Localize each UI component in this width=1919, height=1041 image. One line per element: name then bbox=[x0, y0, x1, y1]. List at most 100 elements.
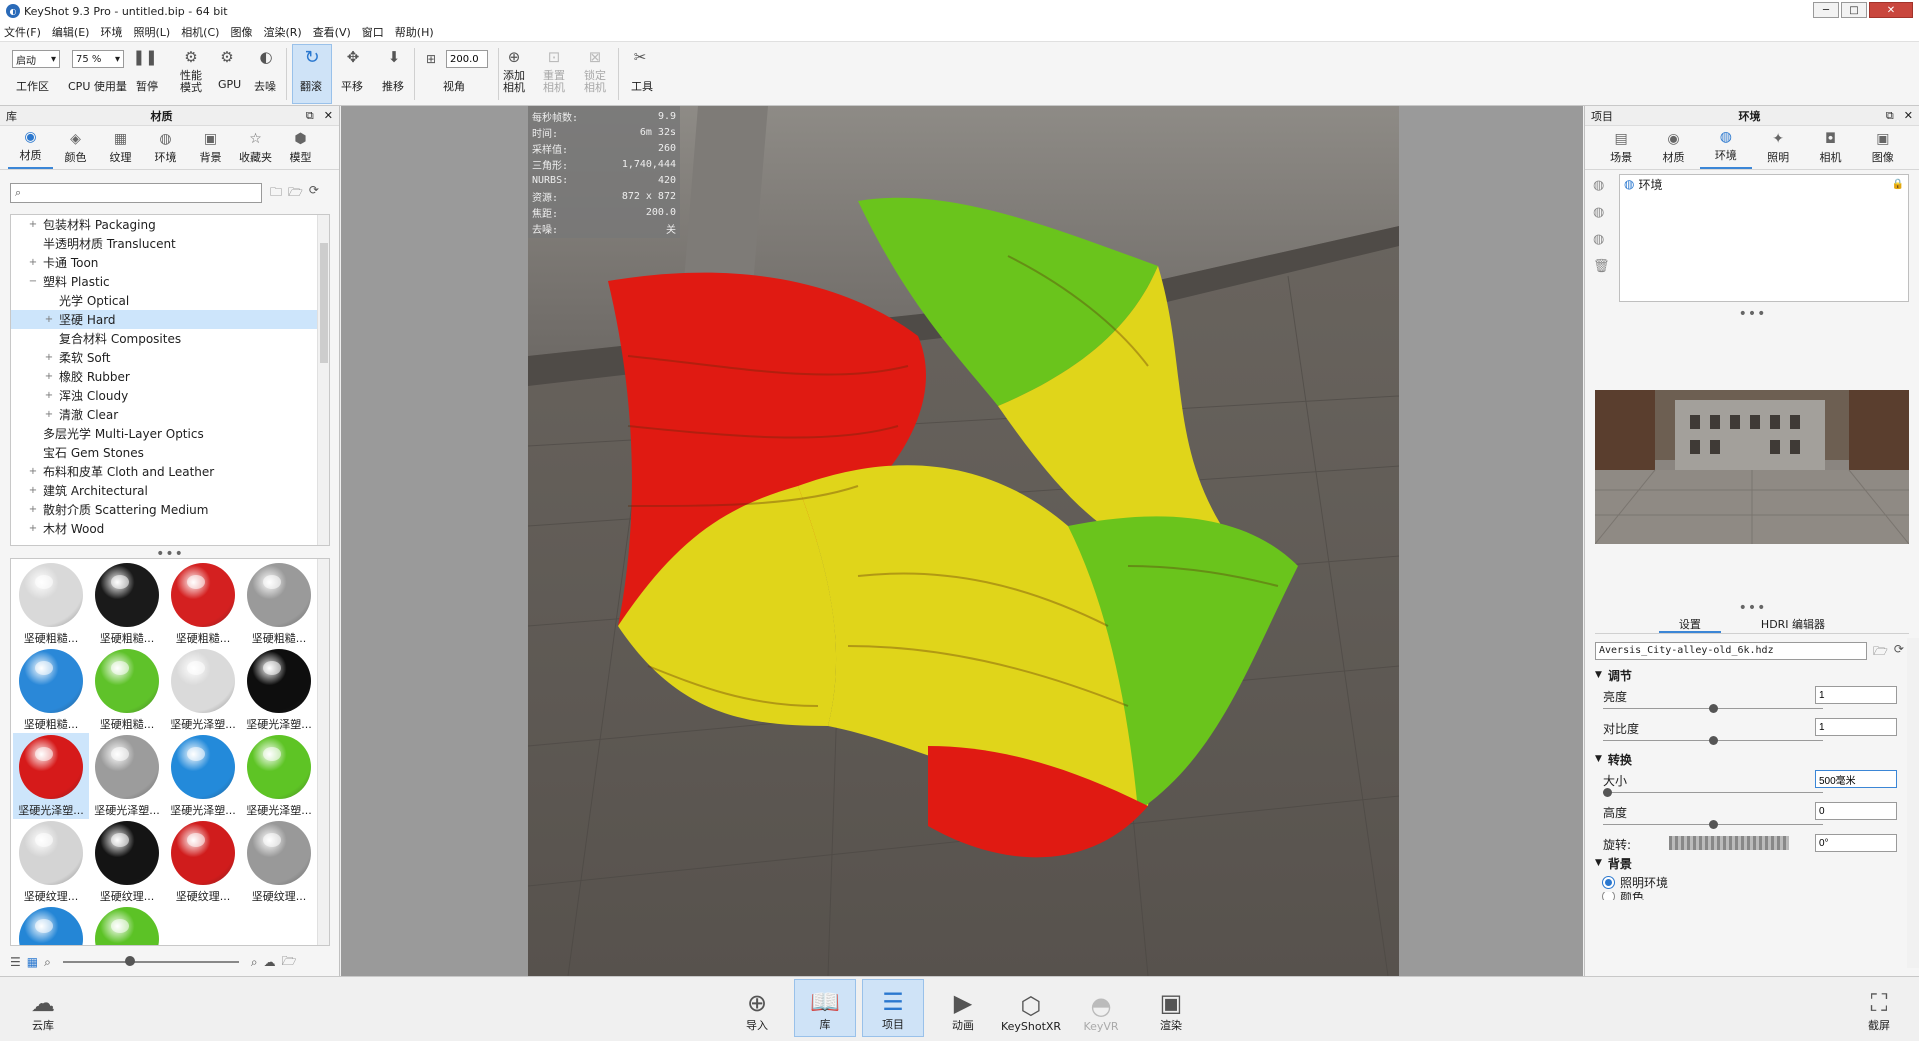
menu-window[interactable]: 窗口 bbox=[362, 24, 384, 40]
expand-icon[interactable]: + bbox=[27, 466, 39, 477]
duplicate-environment-icon[interactable]: ◍ bbox=[1593, 205, 1610, 220]
material-thumbnail[interactable] bbox=[89, 905, 165, 945]
thumbnails-scrollbar[interactable] bbox=[317, 559, 329, 945]
tree-item[interactable]: + 浑浊 Cloudy bbox=[11, 386, 317, 405]
adjust-section-header[interactable]: ▼ 调节 bbox=[1595, 666, 1909, 684]
material-thumbnail[interactable]: 坚硬光泽塑... bbox=[165, 733, 241, 819]
collapse-icon[interactable]: − bbox=[27, 276, 39, 287]
tab-material[interactable]: ◉ 材质 bbox=[1647, 131, 1699, 169]
expand-icon[interactable]: + bbox=[27, 257, 39, 268]
slider-knob[interactable] bbox=[1603, 788, 1612, 797]
material-thumbnail[interactable]: 坚硬光泽塑... bbox=[241, 647, 317, 733]
folder-icon[interactable]: 🗁 bbox=[1873, 642, 1888, 663]
material-thumbnail[interactable]: 坚硬纹理... bbox=[165, 819, 241, 905]
tab-settings[interactable]: 设置 bbox=[1658, 616, 1721, 633]
minimize-button[interactable]: ─ bbox=[1813, 2, 1839, 18]
tree-item[interactable]: 半透明材质 Translucent bbox=[11, 234, 317, 253]
library-button[interactable]: 📖 库 bbox=[794, 979, 856, 1037]
menu-view[interactable]: 查看(V) bbox=[313, 24, 351, 40]
expand-icon[interactable]: + bbox=[43, 314, 55, 325]
tree-item[interactable]: + 布料和皮革 Cloth and Leather bbox=[11, 462, 317, 481]
expand-icon[interactable]: + bbox=[27, 485, 39, 496]
tree-item[interactable]: 多层光学 Multi-Layer Optics bbox=[11, 424, 317, 443]
menu-file[interactable]: 文件(F) bbox=[4, 24, 41, 40]
tab-favorites[interactable]: ☆ 收藏夹 bbox=[233, 131, 278, 169]
hdri-file-field[interactable]: Aversis_City-alley-old_6k.hdz bbox=[1595, 642, 1867, 660]
tab-scene[interactable]: ▤ 场景 bbox=[1595, 131, 1647, 169]
zoom-in-icon[interactable]: ⌕ bbox=[251, 955, 258, 970]
gpu-button[interactable]: ⚙ bbox=[218, 48, 236, 70]
animation-button[interactable]: ▶ 动画 bbox=[932, 979, 994, 1037]
folder-icon[interactable]: 🗀 bbox=[270, 183, 282, 204]
zoom-out-icon[interactable]: ⌕ bbox=[44, 955, 51, 970]
properties-scrollbar[interactable] bbox=[1907, 638, 1919, 968]
import-button[interactable]: ⊕ 导入 bbox=[726, 979, 788, 1037]
material-thumbnail[interactable]: 坚硬粗糙... bbox=[13, 561, 89, 647]
material-thumbnail[interactable] bbox=[13, 905, 89, 945]
keyvr-button[interactable]: ◓ KeyVR bbox=[1070, 979, 1132, 1037]
screenshot-button[interactable]: ⛶ 截屏 bbox=[1848, 979, 1910, 1037]
slider-knob[interactable] bbox=[1708, 736, 1718, 745]
tree-item[interactable]: + 建筑 Architectural bbox=[11, 481, 317, 500]
material-thumbnail[interactable]: 坚硬光泽塑... bbox=[165, 647, 241, 733]
cpu-usage-select[interactable]: 75 % ▾ bbox=[72, 50, 124, 68]
hdri-preview[interactable] bbox=[1595, 390, 1909, 544]
background-section-header[interactable]: ▼ 背景 bbox=[1595, 854, 1909, 872]
refresh-icon[interactable]: ⟳ bbox=[309, 183, 319, 204]
performance-mode-button[interactable]: ⚙ 性能 模式 bbox=[180, 48, 202, 94]
library-search-input[interactable]: ⌕ bbox=[10, 183, 262, 203]
undock-icon[interactable]: ⧉ bbox=[306, 109, 314, 123]
refresh-icon[interactable]: ⟳ bbox=[1894, 642, 1904, 663]
tab-hdri-editor[interactable]: HDRI 编辑器 bbox=[1741, 616, 1845, 633]
tree-item[interactable]: + 木材 Wood bbox=[11, 519, 317, 538]
list-view-icon[interactable]: ☰ bbox=[10, 955, 21, 969]
transform-section-header[interactable]: ▼ 转换 bbox=[1595, 750, 1909, 768]
denoise-button[interactable]: ◐ bbox=[257, 48, 275, 70]
tab-camera[interactable]: ◘ 相机 bbox=[1804, 131, 1856, 169]
material-thumbnail[interactable]: 坚硬光泽塑... bbox=[241, 733, 317, 819]
grid-view-icon[interactable]: ▦ bbox=[27, 955, 38, 969]
fov-input[interactable] bbox=[446, 50, 488, 68]
render-viewport[interactable]: 每秒帧数: 9.9 时间: 6m 32s 采样值: 260 三角形: 1,740,444 NUR… bbox=[341, 106, 1583, 976]
delete-icon[interactable]: 🗑 bbox=[1593, 259, 1610, 274]
material-thumbnail[interactable]: 坚硬粗糙... bbox=[89, 561, 165, 647]
undock-icon[interactable]: ⧉ bbox=[1886, 109, 1894, 123]
dolly-button[interactable]: ⬇ bbox=[385, 48, 403, 70]
menu-render[interactable]: 渲染(R) bbox=[263, 24, 301, 40]
material-thumbnail[interactable]: 坚硬粗糙... bbox=[241, 561, 317, 647]
reset-camera-button[interactable]: ⊡ 重置 相机 bbox=[543, 48, 565, 94]
expand-icon[interactable]: + bbox=[27, 523, 39, 534]
tree-item[interactable]: + 坚硬 Hard bbox=[11, 310, 317, 329]
tree-item[interactable]: 复合材料 Composites bbox=[11, 329, 317, 348]
expand-icon[interactable]: + bbox=[27, 504, 39, 515]
tab-lighting[interactable]: ✦ 照明 bbox=[1752, 131, 1804, 169]
material-thumbnail[interactable]: 坚硬纹理... bbox=[13, 819, 89, 905]
tree-item[interactable]: − 塑料 Plastic bbox=[11, 272, 317, 291]
expand-icon[interactable]: + bbox=[27, 219, 39, 230]
tree-item[interactable]: + 清澈 Clear bbox=[11, 405, 317, 424]
splitter-handle[interactable]: ••• bbox=[1585, 600, 1919, 616]
contrast-slider[interactable] bbox=[1603, 736, 1823, 745]
slider-knob[interactable] bbox=[1708, 820, 1718, 829]
close-panel-icon[interactable]: ✕ bbox=[324, 109, 333, 123]
tree-item[interactable]: + 卡通 Toon bbox=[11, 253, 317, 272]
maximize-button[interactable]: □ bbox=[1841, 2, 1867, 18]
height-input[interactable] bbox=[1815, 802, 1897, 820]
close-button[interactable]: ✕ bbox=[1869, 2, 1913, 18]
tree-item[interactable]: 光学 Optical bbox=[11, 291, 317, 310]
brightness-input[interactable] bbox=[1815, 686, 1897, 704]
material-thumbnail[interactable]: 坚硬纹理... bbox=[241, 819, 317, 905]
expand-icon[interactable]: + bbox=[43, 371, 55, 382]
environment-settings-icon[interactable]: ◍ bbox=[1593, 232, 1610, 247]
close-panel-icon[interactable]: ✕ bbox=[1904, 109, 1913, 123]
environment-list-item[interactable]: ◍ 环境 🔒 bbox=[1620, 175, 1908, 193]
workspace-select[interactable]: 启动 ▾ bbox=[12, 50, 60, 68]
tab-textures[interactable]: ▦ 纹理 bbox=[98, 131, 143, 169]
tree-item[interactable]: + 散射介质 Scattering Medium bbox=[11, 500, 317, 519]
thumbnail-size-slider[interactable] bbox=[62, 956, 239, 966]
add-camera-button[interactable]: ⊕ 添加 相机 bbox=[503, 48, 525, 94]
slider-knob[interactable] bbox=[1708, 704, 1718, 713]
contrast-input[interactable] bbox=[1815, 718, 1897, 736]
menu-lighting[interactable]: 照明(L) bbox=[133, 24, 170, 40]
expand-icon[interactable]: + bbox=[43, 409, 55, 420]
